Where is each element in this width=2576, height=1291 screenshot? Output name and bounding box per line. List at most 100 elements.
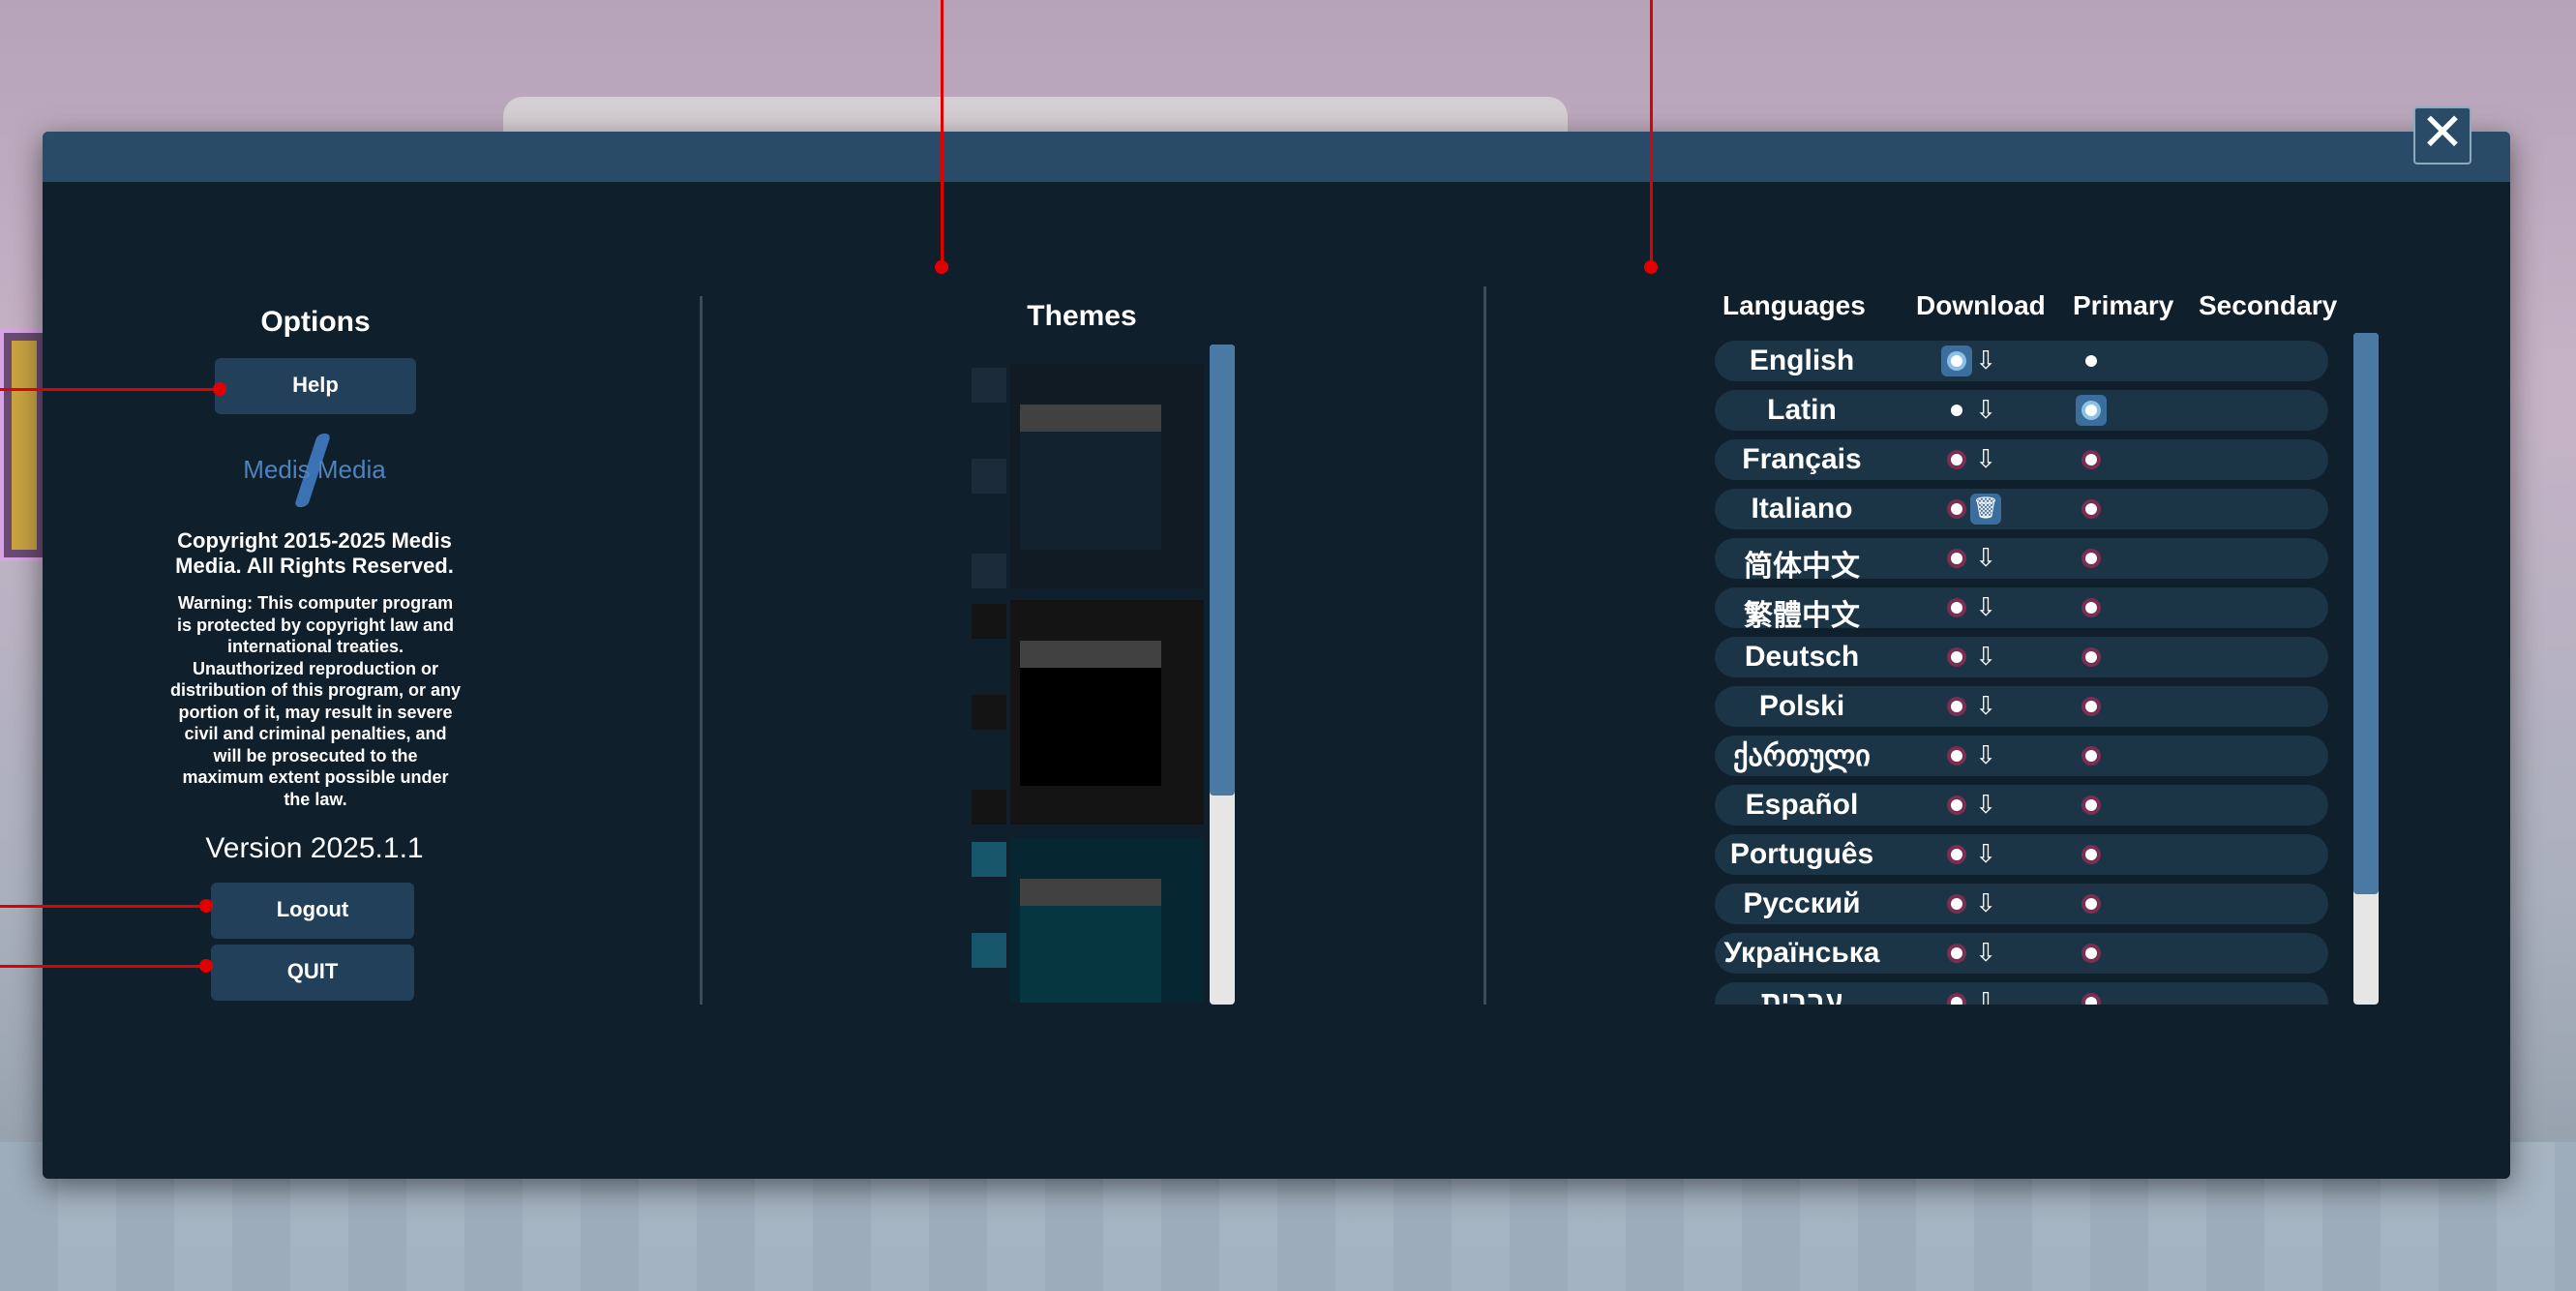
logout-button[interactable]: Logout <box>211 883 414 939</box>
close-button[interactable]: ✕ <box>2413 106 2471 165</box>
panel-header-bar <box>43 132 2510 182</box>
language-row: Português ⇩ <box>1715 834 2328 875</box>
cloud-download-icon[interactable]: ⇩ <box>1970 592 2001 623</box>
primary-radio[interactable] <box>1941 938 1972 969</box>
theme-item-black[interactable] <box>972 600 1204 825</box>
language-list: English ⇩ Latin ⇩ Français ⇩ Italiano 🗑 简体中文 ⇩ 繁體中… <box>1715 341 2353 1005</box>
cloud-download-icon[interactable]: ⇩ <box>1970 938 2001 969</box>
secondary-radio[interactable] <box>2076 592 2107 623</box>
language-row: Latin ⇩ <box>1715 390 2328 431</box>
language-name: Українська <box>1723 937 1880 969</box>
language-name: Русский <box>1743 887 1861 919</box>
cloud-download-icon[interactable]: ⇩ <box>1970 642 2001 673</box>
cloud-download-icon[interactable]: ⇩ <box>1970 444 2001 475</box>
secondary-radio[interactable] <box>2076 543 2107 574</box>
annotation-line-themes <box>941 0 944 267</box>
trash-icon[interactable]: 🗑 <box>1970 494 2001 525</box>
language-row: Español ⇩ <box>1715 785 2328 826</box>
language-name: Italiano <box>1751 493 1853 525</box>
primary-radio[interactable] <box>1941 592 1972 623</box>
secondary-radio[interactable] <box>2076 740 2107 771</box>
language-row: 简体中文 ⇩ <box>1715 538 2328 583</box>
annotation-dot-logout <box>199 899 213 913</box>
version-label: Version 2025.1.1 <box>205 832 424 864</box>
secondary-radio[interactable] <box>2076 987 2107 1005</box>
language-row: English ⇩ <box>1715 341 2328 381</box>
primary-radio[interactable] <box>1941 444 1972 475</box>
cloud-download-icon[interactable]: ⇩ <box>1970 790 2001 821</box>
annotation-line-help <box>0 388 219 391</box>
cloud-download-icon[interactable]: ⇩ <box>1970 987 2001 1005</box>
language-name: Deutsch <box>1744 641 1860 673</box>
themes-scrollbar-thumb[interactable] <box>1210 345 1235 796</box>
primary-radio[interactable] <box>1941 642 1972 673</box>
language-row: Deutsch ⇩ <box>1715 637 2328 677</box>
cloud-download-icon[interactable]: ⇩ <box>1970 691 2001 722</box>
primary-radio[interactable] <box>1941 790 1972 821</box>
secondary-radio[interactable] <box>2076 395 2107 426</box>
background-picture-frame <box>0 329 48 561</box>
language-row: Українська ⇩ <box>1715 933 2328 974</box>
cloud-download-icon[interactable]: ⇩ <box>1970 345 2001 376</box>
primary-radio[interactable] <box>1941 839 1972 870</box>
background-wall <box>503 97 1568 135</box>
language-name: ქართული <box>1733 740 1871 772</box>
language-name: Português <box>1729 838 1874 870</box>
language-row: Русский ⇩ <box>1715 884 2328 924</box>
cloud-download-icon[interactable]: ⇩ <box>1970 543 2001 574</box>
theme-item-dark-blue[interactable] <box>972 364 1204 588</box>
language-row: ქართული ⇩ <box>1715 736 2328 776</box>
language-row: Français ⇩ <box>1715 439 2328 480</box>
theme-item-teal[interactable] <box>972 838 1204 1003</box>
theme-list <box>972 364 1204 1003</box>
language-name: English <box>1749 345 1855 376</box>
language-name: Latin <box>1767 394 1837 426</box>
secondary-radio[interactable] <box>2076 642 2107 673</box>
secondary-radio[interactable] <box>2076 345 2107 376</box>
secondary-radio[interactable] <box>2076 790 2107 821</box>
annotation-dot-help <box>213 382 226 396</box>
primary-radio[interactable] <box>1941 395 1972 426</box>
copyright-text: Copyright 2015-2025 Medis Media. All Rig… <box>175 528 454 578</box>
languages-scrollbar-thumb[interactable] <box>2353 333 2379 894</box>
options-title: Options <box>260 306 371 338</box>
themes-scrollbar[interactable] <box>1210 345 1235 1005</box>
language-row: עברית ⇩ <box>1715 982 2328 1005</box>
primary-radio[interactable] <box>1941 345 1972 376</box>
secondary-radio[interactable] <box>2076 494 2107 525</box>
annotation-dot-quit <box>199 959 213 973</box>
annotation-dot-themes <box>935 260 948 274</box>
secondary-radio[interactable] <box>2076 839 2107 870</box>
secondary-header: Secondary <box>2199 290 2338 320</box>
cloud-download-icon[interactable]: ⇩ <box>1970 740 2001 771</box>
annotation-line-quit <box>0 965 205 968</box>
language-row: 繁體中文 ⇩ <box>1715 587 2328 632</box>
primary-radio[interactable] <box>1941 987 1972 1005</box>
languages-scrollbar[interactable] <box>2353 333 2379 1005</box>
divider-right <box>1483 286 1486 1005</box>
quit-button[interactable]: QUIT <box>211 945 414 1001</box>
secondary-radio[interactable] <box>2076 444 2107 475</box>
languages-header: Languages <box>1722 290 1866 320</box>
primary-radio[interactable] <box>1941 740 1972 771</box>
language-name: 简体中文 <box>1744 551 1860 583</box>
help-button[interactable]: Help <box>215 358 416 414</box>
primary-radio[interactable] <box>1941 888 1972 919</box>
language-row: Polski ⇩ <box>1715 686 2328 727</box>
primary-radio[interactable] <box>1941 691 1972 722</box>
language-name: Français <box>1742 443 1862 475</box>
language-name: Español <box>1745 789 1859 821</box>
legal-warning-text: Warning: This computer program is protec… <box>170 593 462 809</box>
cloud-download-icon[interactable]: ⇩ <box>1970 839 2001 870</box>
primary-header: Primary <box>2073 290 2174 320</box>
secondary-radio[interactable] <box>2076 938 2107 969</box>
primary-radio[interactable] <box>1941 543 1972 574</box>
secondary-radio[interactable] <box>2076 888 2107 919</box>
logo-text: Medis Media <box>243 455 386 484</box>
cloud-download-icon[interactable]: ⇩ <box>1970 395 2001 426</box>
primary-radio[interactable] <box>1941 494 1972 525</box>
themes-title: Themes <box>1027 300 1137 332</box>
secondary-radio[interactable] <box>2076 691 2107 722</box>
cloud-download-icon[interactable]: ⇩ <box>1970 888 2001 919</box>
divider-left <box>700 296 703 1005</box>
